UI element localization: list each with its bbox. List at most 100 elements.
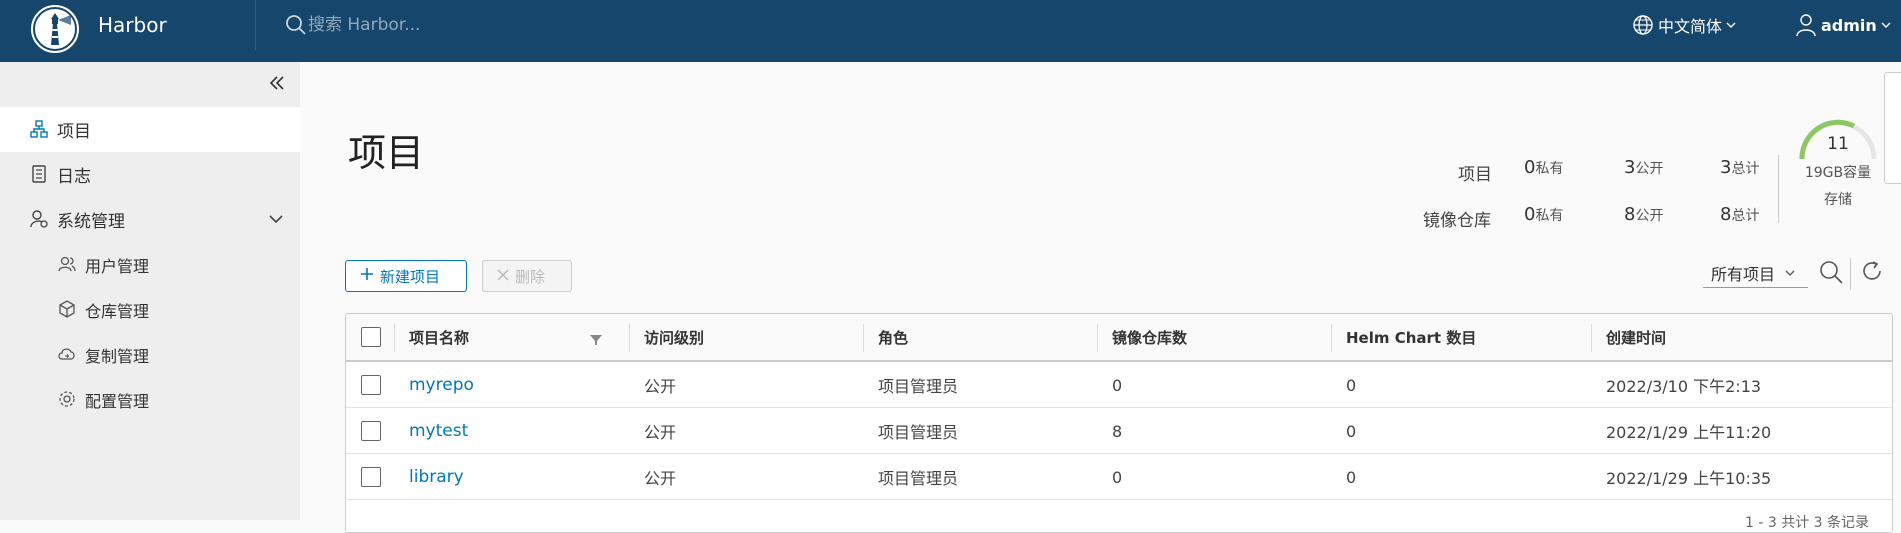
stat-value: 3 [1720,157,1732,178]
column-header-access[interactable]: 访问级别 [644,314,704,360]
filter-value: 所有项目 [1711,264,1776,284]
stat-unit: 私有 [1535,208,1564,224]
column-divider [1591,324,1592,352]
select-all-checkbox[interactable] [361,327,381,347]
stat-projects-public: 3公开 [1624,157,1663,178]
config-icon [58,390,76,413]
projects-icon [30,120,48,143]
collapse-sidebar-icon[interactable] [268,74,286,96]
repo-count: 8 [1112,421,1123,441]
access-level: 公开 [644,377,677,396]
access-level: 公开 [644,469,677,488]
creation-time: 2022/1/29 上午11:20 [1606,423,1772,442]
column-divider [394,324,395,352]
plus-icon [360,267,374,285]
sidebar-item-registries[interactable]: 仓库管理 [0,287,300,332]
close-icon [497,267,509,285]
sidebar-item-projects[interactable]: 项目 [0,107,300,152]
stat-repos-public: 8公开 [1624,204,1663,225]
delete-label: 删除 [515,267,546,286]
logs-icon [30,165,48,188]
column-header-created[interactable]: 创建时间 [1606,314,1666,360]
column-header-role[interactable]: 角色 [878,314,908,360]
language-label: 中文简体 [1658,17,1723,36]
storage-value: 11 [1827,134,1849,154]
role: 项目管理员 [878,377,959,396]
chart-count: 0 [1346,375,1357,395]
chevron-down-icon [1726,22,1736,28]
sidebar-item-label: 系统管理 [57,212,125,232]
username: admin [1821,15,1877,35]
storage-capacity: 19GB容量 [1804,165,1872,181]
row-checkbox[interactable] [361,421,381,441]
table-header: 项目名称 访问级别 角色 镜像仓库数 Helm Chart 数目 创建时间 [346,314,1892,362]
stat-repos-total: 8总计 [1720,204,1759,225]
refresh-icon[interactable] [1860,259,1884,287]
stat-value: 0 [1524,204,1536,225]
harbor-logo[interactable] [28,2,82,56]
table-row[interactable]: mytest 公开 项目管理员 8 0 2022/1/29 上午11:20 [346,408,1892,454]
column-divider [1097,324,1098,352]
stat-projects-private: 0私有 [1524,157,1563,178]
row-checkbox[interactable] [361,375,381,395]
user-menu[interactable]: admin [1795,12,1891,38]
sidebar-item-label: 配置管理 [85,391,150,411]
column-header-name[interactable]: 项目名称 [409,314,469,360]
stat-unit: 总计 [1731,208,1760,224]
sidebar-item-users[interactable]: 用户管理 [0,242,300,287]
project-name-link[interactable]: mytest [409,408,468,454]
top-header: Harbor 中文简体 admin [0,0,1901,62]
sidebar-item-configuration[interactable]: 配置管理 [0,377,300,422]
toolbar-divider [1850,258,1851,290]
role: 项目管理员 [878,423,959,442]
stat-value: 0 [1524,157,1536,178]
table-row[interactable]: library 公开 项目管理员 0 0 2022/1/29 上午10:35 [346,454,1892,500]
stat-projects-total: 3总计 [1720,157,1759,178]
users-icon [58,255,76,278]
sidebar-item-administration[interactable]: 系统管理 [0,197,300,242]
new-project-label: 新建项目 [380,267,441,286]
sidebar-item-logs[interactable]: 日志 [0,152,300,197]
language-selector[interactable]: 中文简体 [1632,12,1736,38]
repo-count: 0 [1112,375,1123,395]
pagination-summary: 1 - 3 共计 3 条记录 [1745,515,1870,531]
column-divider [863,324,864,352]
stat-unit: 公开 [1635,208,1664,224]
row-checkbox[interactable] [361,467,381,487]
brand-name: Harbor [98,13,167,37]
chevron-down-icon [1881,22,1891,28]
search-icon[interactable] [285,14,307,40]
new-project-button[interactable]: 新建项目 [345,260,467,292]
stat-value: 3 [1624,157,1636,178]
column-divider [1331,324,1332,352]
sidebar-item-label: 项目 [57,122,91,142]
filter-icon[interactable] [590,331,602,350]
search-input[interactable] [308,12,608,38]
delete-button[interactable]: 删除 [482,260,572,292]
sidebar-item-label: 复制管理 [85,346,150,366]
storage-label: 存储 [1824,192,1852,208]
page-title: 项目 [348,131,425,175]
stat-value: 8 [1720,204,1732,225]
sidebar-item-replications[interactable]: 复制管理 [0,332,300,377]
table-row[interactable]: myrepo 公开 项目管理员 0 0 2022/3/10 下午2:13 [346,362,1892,408]
creation-time: 2022/1/29 上午10:35 [1606,469,1772,488]
stat-value: 8 [1624,204,1636,225]
column-header-chart-count[interactable]: Helm Chart 数目 [1346,314,1476,360]
side-panel-tab[interactable] [1884,72,1901,184]
column-divider [629,324,630,352]
column-header-repo-count[interactable]: 镜像仓库数 [1112,314,1187,360]
project-filter-select[interactable]: 所有项目 [1703,258,1808,288]
header-divider [255,0,256,50]
stat-repos-label: 镜像仓库 [1423,211,1491,231]
replication-icon [58,345,76,368]
repo-count: 0 [1112,467,1123,487]
search-icon[interactable] [1818,259,1844,289]
chevron-down-icon[interactable] [268,211,284,232]
globe-icon [1633,15,1653,35]
project-name-link[interactable]: library [409,454,464,500]
project-name-link[interactable]: myrepo [409,362,474,408]
stat-repos-private: 0私有 [1524,204,1563,225]
access-level: 公开 [644,423,677,442]
chart-count: 0 [1346,421,1357,441]
